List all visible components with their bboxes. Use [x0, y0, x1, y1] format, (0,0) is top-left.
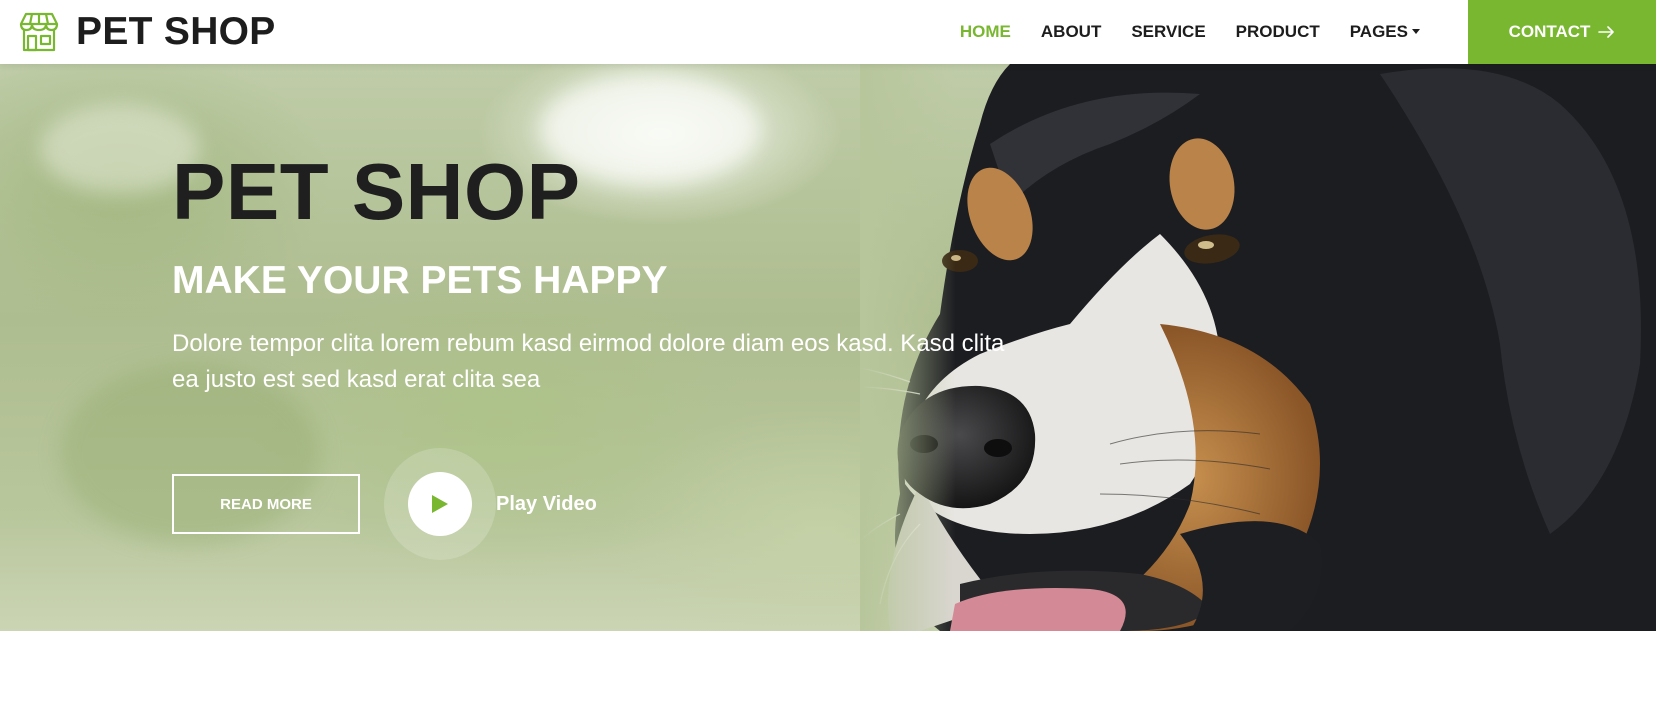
play-video-button[interactable]	[408, 472, 472, 536]
contact-button-label: CONTACT	[1508, 22, 1591, 41]
hero-subtitle: MAKE YOUR PETS HAPPY	[172, 259, 668, 302]
caret-down-icon	[1412, 28, 1420, 34]
nav-item-product[interactable]: PRODUCT	[1236, 22, 1320, 42]
nav-item-pages[interactable]: PAGES	[1350, 22, 1420, 42]
storefront-icon	[19, 12, 59, 52]
brand-name[interactable]: PET SHOP	[76, 11, 276, 53]
nav-item-service[interactable]: SERVICE	[1131, 22, 1205, 42]
nav-item-home[interactable]: HOME	[960, 22, 1011, 42]
brand-logo[interactable]: PET SHOP	[18, 11, 276, 53]
play-icon	[432, 495, 448, 513]
read-more-button[interactable]: READ MORE	[172, 474, 360, 534]
hero-section: PET SHOP MAKE YOUR PETS HAPPY Dolore tem…	[0, 64, 1656, 631]
arrow-right-icon	[1598, 26, 1615, 38]
nav-item-about[interactable]: ABOUT	[1041, 22, 1101, 42]
navbar: PET SHOP HOME ABOUT SERVICE PRODUCT PAGE…	[0, 0, 1656, 64]
hero-description: Dolore tempor clita lorem rebum kasd eir…	[172, 330, 1005, 393]
nav-item-pages-label: PAGES	[1349, 22, 1408, 41]
hero-title: PET SHOP	[172, 147, 581, 236]
contact-button[interactable]: CONTACT	[1468, 0, 1656, 64]
play-video-label[interactable]: Play Video	[496, 492, 597, 516]
main-nav: HOME ABOUT SERVICE PRODUCT PAGES	[930, 0, 1420, 64]
